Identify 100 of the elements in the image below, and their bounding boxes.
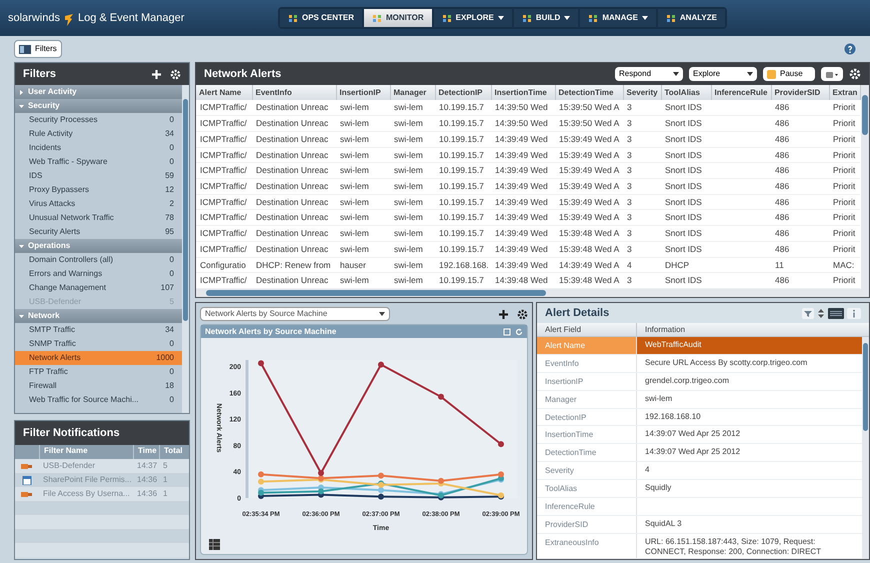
table-cell: swi-lem <box>394 196 423 207</box>
table-cell: Priorit <box>833 150 856 160</box>
table-cell: 10.199.15.7 <box>439 150 484 160</box>
table-cell: Snort IDS <box>665 134 702 144</box>
scrollbar[interactable] <box>182 85 189 413</box>
table-cell: 15:39:48 Wed A <box>559 275 620 286</box>
table-cell: Priorit <box>833 244 856 254</box>
column-header[interactable]: InsertionTime <box>491 85 555 100</box>
column-header[interactable]: EventInfo <box>252 85 336 100</box>
table-cell: ICMPTraffic/ <box>200 196 247 207</box>
detail-row[interactable]: ToolAlias Squidly <box>537 480 862 498</box>
scrollbar[interactable] <box>860 85 868 289</box>
table-cell: 14:39:49 Wed <box>495 150 548 160</box>
filter-item[interactable]: FTP Traffic 0 <box>15 365 182 379</box>
detail-row[interactable]: DetectionTime 14:39:07 Wed Apr 25 2012 <box>537 444 862 462</box>
detail-row[interactable]: InferenceRule <box>537 498 862 516</box>
filter-label: Unusual Network Traffic <box>29 212 114 224</box>
filter-count: 2 <box>170 198 174 210</box>
point <box>258 490 264 496</box>
table-cell: Snort IDS <box>665 228 702 238</box>
nav-tab[interactable]: BUILD <box>514 9 578 27</box>
detail-row[interactable]: InsertionIP grendel.corp.trigeo.com <box>537 372 862 391</box>
filter-item[interactable]: SNMP Traffic 0 <box>15 337 182 351</box>
pause-button[interactable]: Pause <box>763 67 815 81</box>
nav-tab[interactable]: MANAGE <box>580 9 656 27</box>
filter-item[interactable]: Errors and Warnings 0 <box>15 267 182 281</box>
nav-tab[interactable]: ANALYZE <box>658 9 725 27</box>
scrollbar[interactable] <box>862 337 869 559</box>
data-grid-icon[interactable] <box>209 538 220 550</box>
table-cell: 14:39:49 Wed <box>495 196 548 207</box>
column-header[interactable]: InferenceRule <box>711 85 771 100</box>
filter-item[interactable]: SMTP Traffic 34 <box>15 323 182 337</box>
filter-item[interactable]: Incidents 0 <box>15 141 182 155</box>
filter-item[interactable]: Unusual Network Traffic 78 <box>15 211 182 225</box>
filter-item[interactable]: Rule Activity 34 <box>15 127 182 141</box>
filters-toggle-button[interactable]: Filters <box>14 40 62 58</box>
filter-item[interactable]: Security Processes 0 <box>15 113 182 127</box>
usb-plug-icon <box>21 462 33 470</box>
filter-label: Incidents <box>29 142 62 154</box>
column-header[interactable]: Information <box>637 323 869 336</box>
explore-dropdown[interactable]: Explore <box>689 67 757 81</box>
column-header[interactable]: DetectionTime <box>555 85 623 100</box>
table-cell: swi-lem <box>340 275 369 286</box>
nav-tab[interactable]: OPS CENTER <box>280 9 362 27</box>
table-cell: Configuratio <box>200 260 246 270</box>
filter-item[interactable]: Change Management 107 <box>15 281 182 295</box>
filter-icon[interactable] <box>802 308 814 318</box>
filter-item[interactable]: IDS 59 <box>15 169 182 183</box>
settings-icon[interactable] <box>517 308 528 320</box>
column-header[interactable]: Extran <box>829 85 860 100</box>
refresh-icon[interactable] <box>515 328 523 336</box>
column-header[interactable]: ProviderSID <box>771 85 829 100</box>
column-header[interactable]: Alert Name <box>196 85 252 100</box>
column-header[interactable]: DetectionIP <box>435 85 491 100</box>
table-cell: 14:39:48 Wed <box>495 275 548 286</box>
column-header[interactable]: ToolAlias <box>661 85 711 100</box>
detail-row[interactable]: Manager swi-lem <box>537 390 862 408</box>
help-icon[interactable] <box>844 43 856 55</box>
filter-label: Proxy Bypassers <box>29 184 90 196</box>
sort-arrows-icon[interactable] <box>817 308 825 318</box>
table-cell: Priorit <box>833 118 856 128</box>
column-header[interactable]: Alert Field <box>537 323 637 336</box>
respond-dropdown[interactable]: Respond <box>615 67 683 81</box>
scrollbar[interactable] <box>196 289 869 297</box>
table-cell: swi-lem <box>394 118 423 128</box>
table-cell: 3 <box>627 165 632 176</box>
nav-tab[interactable]: MONITOR <box>364 9 432 27</box>
column-header[interactable]: InsertionIP <box>336 85 390 100</box>
filter-item[interactable]: Proxy Bypassers 12 <box>15 183 182 197</box>
table-cell: swi-lem <box>394 102 423 112</box>
table-cell: swi-lem <box>340 150 369 160</box>
nav-tab[interactable]: EXPLORE <box>434 9 512 27</box>
list-view-icon[interactable] <box>828 308 844 318</box>
edit-icon[interactable] <box>503 328 511 336</box>
detail-row[interactable]: ExtraneousInfo URL: 66.151.158.187:443, Size: 1079, Request: CONNECT, Response: 200, Connection: DIRECT <box>537 534 862 559</box>
chart-selector-dropdown[interactable]: Network Alerts by Source Machine <box>200 307 390 321</box>
filter-item[interactable]: Domain Controllers (all) 0 <box>15 253 182 267</box>
column-header[interactable]: Severity <box>623 85 661 100</box>
detail-row[interactable]: Severity 4 <box>537 462 862 480</box>
tab-icon <box>442 14 452 22</box>
add-icon[interactable] <box>498 308 509 320</box>
detail-row[interactable]: ProviderSID SquidAL 3 <box>537 516 862 534</box>
filter-item[interactable]: Web Traffic - Spyware 0 <box>15 155 182 169</box>
filter-item[interactable]: Firewall 18 <box>15 379 182 393</box>
filter-label: IDS <box>29 170 42 182</box>
table-cell: 3 <box>627 275 632 286</box>
filter-item[interactable]: Security Alerts 95 <box>15 225 182 239</box>
filter-item[interactable]: Virus Attacks 2 <box>15 197 182 211</box>
column-header[interactable]: Manager <box>390 85 435 100</box>
info-icon[interactable] <box>847 308 861 318</box>
filter-item[interactable]: Web Traffic for Source Machi... 0 <box>15 393 182 407</box>
camera-menu-button[interactable] <box>821 67 843 81</box>
table-cell: 10.199.15.7 <box>439 134 484 144</box>
filter-item[interactable]: Network Alerts 1000 <box>15 351 182 365</box>
detail-row[interactable]: EventInfo Secure URL Access By scotty.corp.trigeo.com <box>537 354 862 373</box>
table-cell: Snort IDS <box>665 118 702 128</box>
detail-row[interactable]: DetectionIP 192.168.168.10 <box>537 408 862 426</box>
table-cell: MAC: <box>833 260 854 270</box>
table-cell: ICMPTraffic/ <box>200 180 247 191</box>
detail-row[interactable]: InsertionTime 14:39:07 Wed Apr 25 2012 <box>537 426 862 444</box>
